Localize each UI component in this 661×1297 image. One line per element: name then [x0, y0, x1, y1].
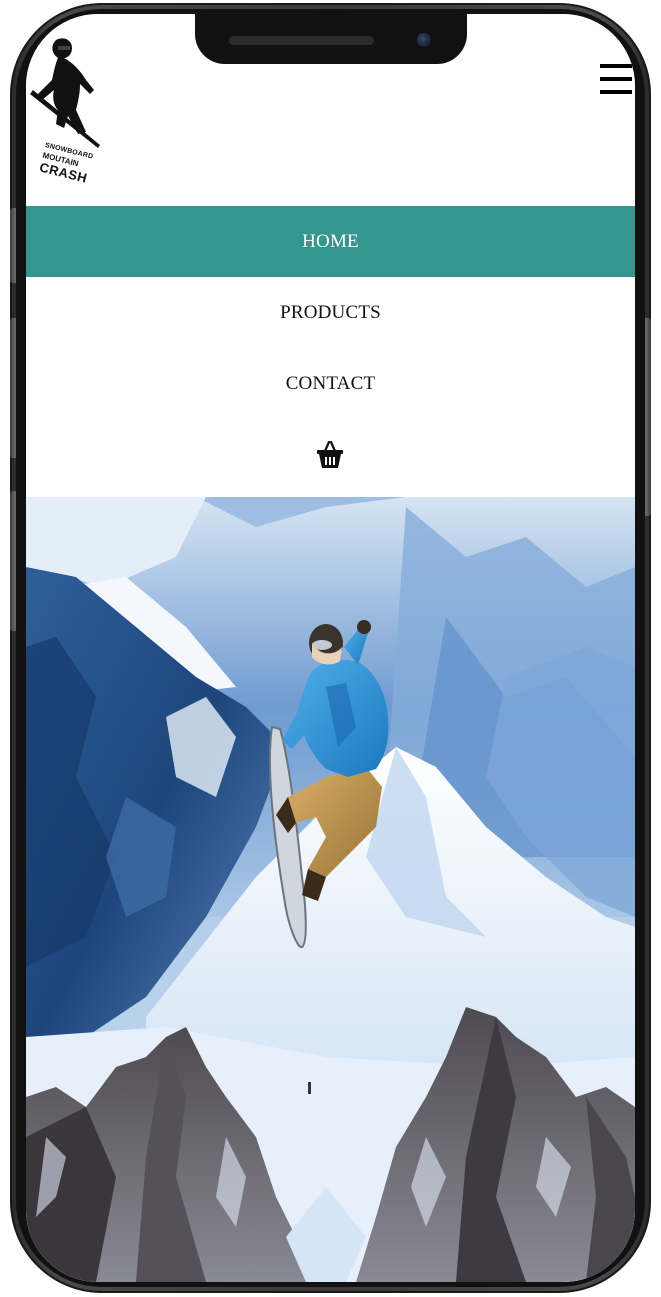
- hero-image: [26, 497, 635, 1282]
- phone-screen: SNOWBOARD MOUTAIN CRASH HOME PRODUCTS CO…: [26, 14, 635, 1282]
- front-camera: [417, 33, 431, 47]
- nav-item-contact[interactable]: CONTACT: [26, 348, 635, 419]
- nav-item-home[interactable]: HOME: [26, 206, 635, 277]
- snowboarder-mountains-image: [26, 497, 635, 1282]
- main-nav: HOME PRODUCTS CONTACT: [26, 206, 635, 497]
- nav-item-products[interactable]: PRODUCTS: [26, 277, 635, 348]
- hamburger-bar: [600, 77, 632, 81]
- speaker-grille: [229, 36, 374, 45]
- phone-notch: [195, 14, 467, 64]
- hamburger-icon[interactable]: [600, 64, 632, 96]
- hamburger-bar: [600, 90, 632, 94]
- basket-icon[interactable]: [316, 440, 344, 470]
- brand-logo[interactable]: SNOWBOARD MOUTAIN CRASH: [28, 36, 108, 196]
- hamburger-bar: [600, 64, 632, 68]
